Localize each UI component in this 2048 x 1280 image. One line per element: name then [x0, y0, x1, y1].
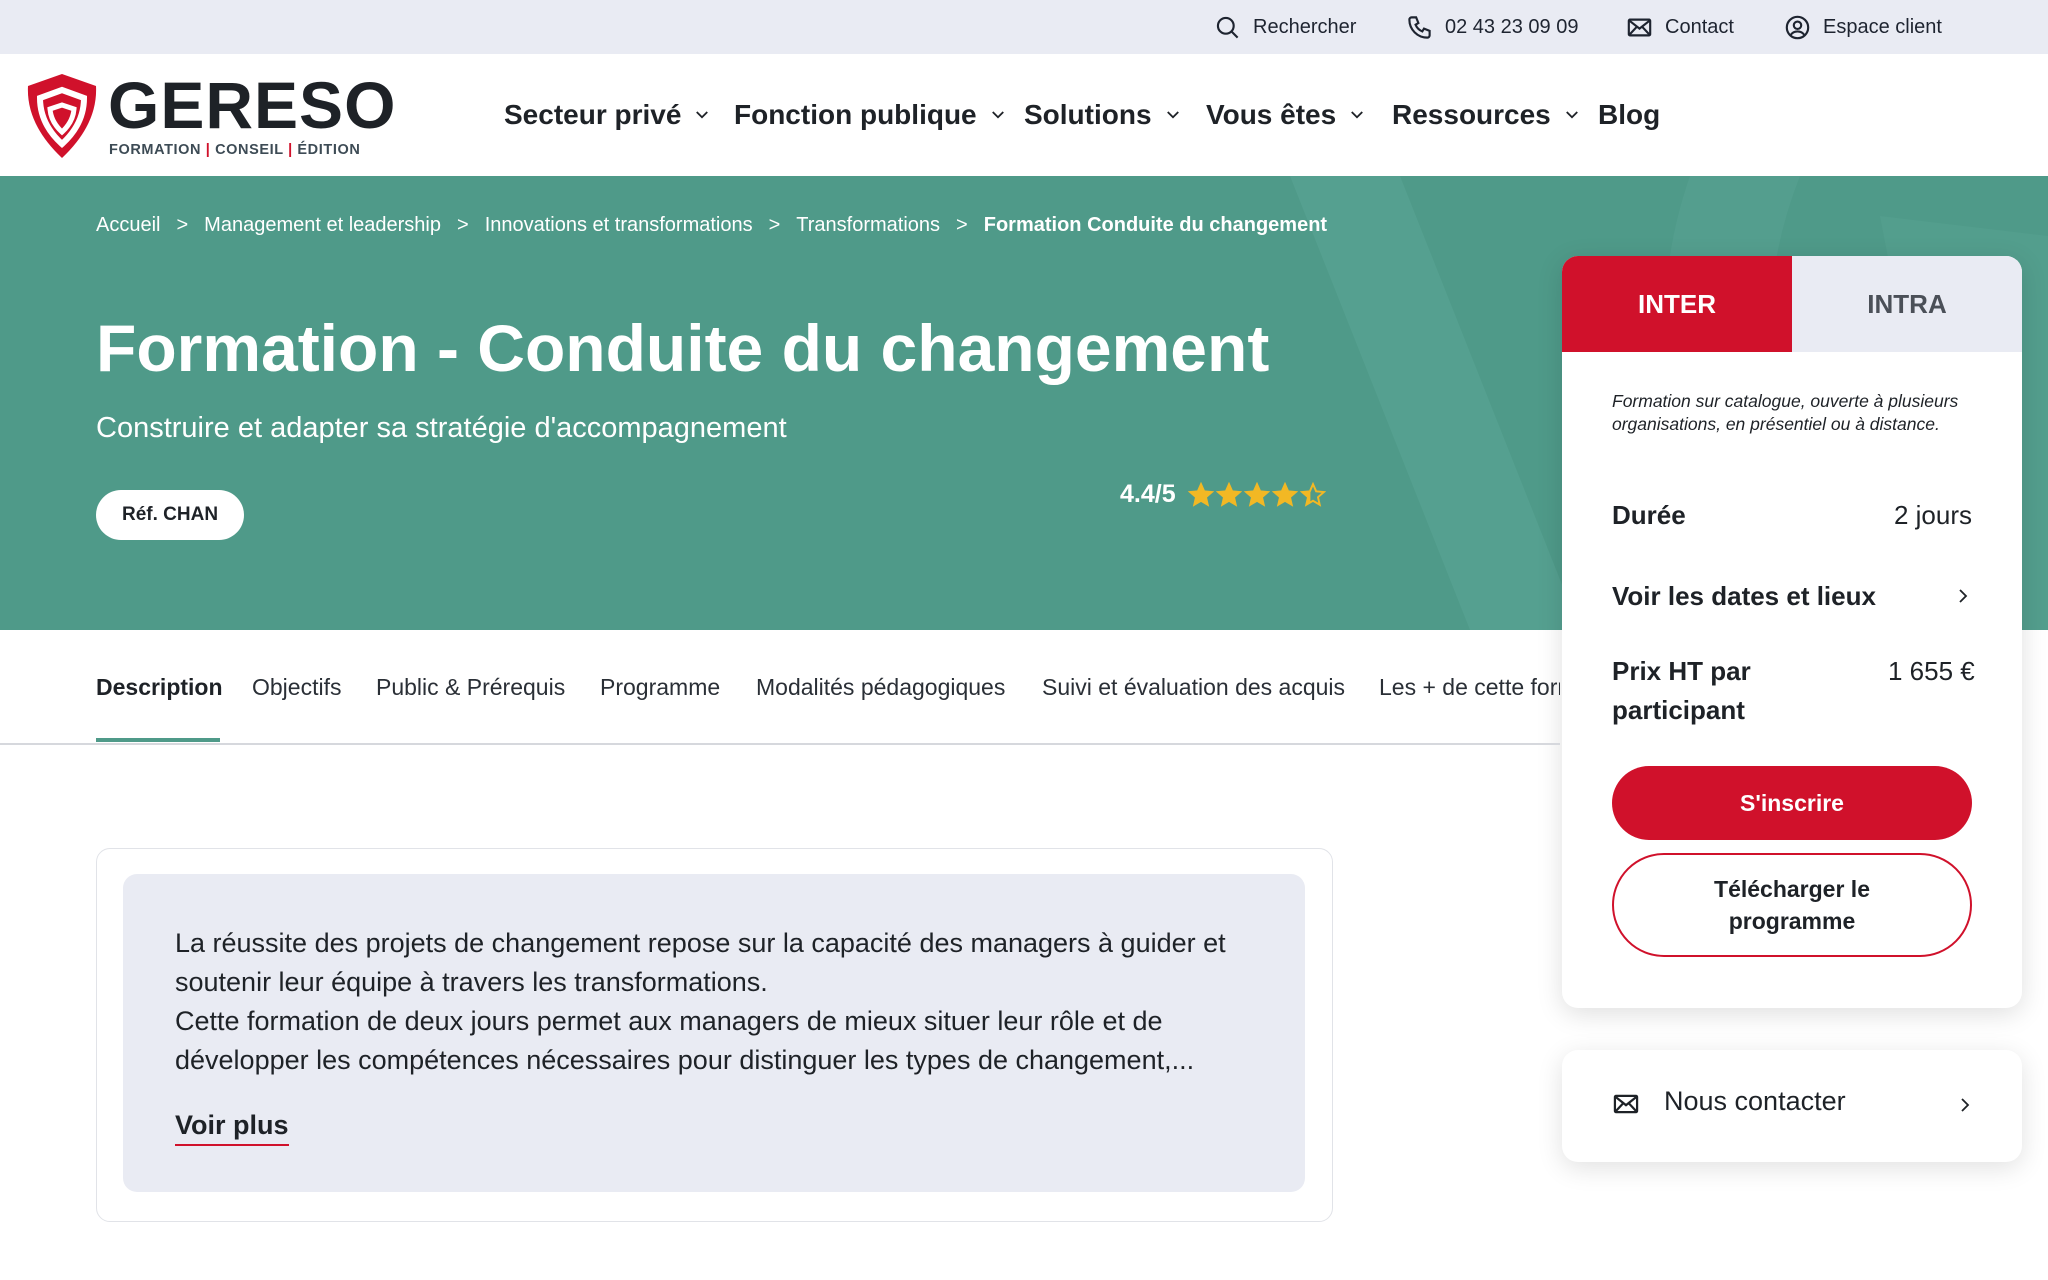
logo-tagline-2: CONSEIL	[215, 142, 284, 158]
chevron-down-icon	[991, 111, 1004, 119]
phone-label: 02 43 23 09 09	[1445, 15, 1579, 38]
star-icon	[1299, 481, 1326, 507]
nav-item-solutions[interactable]: Solutions	[1024, 54, 1182, 176]
breadcrumb-separator: >	[457, 214, 469, 236]
star-icon	[1243, 481, 1270, 507]
logo-tagline-1: FORMATION	[109, 142, 202, 158]
duration-value: 2 jours	[1893, 500, 1972, 530]
price-value: 1 655 €	[1888, 656, 1975, 686]
tab-objectifs[interactable]: Objectifs	[252, 674, 341, 701]
breadcrumb-item-accueil[interactable]: Accueil	[96, 214, 160, 237]
breadcrumb-item-transformations[interactable]: Transformations	[796, 214, 940, 237]
rating: 4.4/5	[1120, 480, 1326, 509]
mail-icon	[1627, 18, 1652, 36]
shield-logo-icon	[27, 74, 97, 158]
breadcrumb: Accueil > Management et leadership > Inn…	[96, 214, 1327, 237]
rating-stars	[1187, 481, 1326, 508]
read-more-link[interactable]: Voir plus	[175, 1110, 289, 1146]
breadcrumb-current: Formation Conduite du changement	[983, 214, 1328, 236]
tab-suivi-evaluation[interactable]: Suivi et évaluation des acquis	[1042, 674, 1345, 701]
chevron-right-icon	[1961, 1098, 1970, 1112]
nav-item-label: Blog	[1598, 99, 1661, 130]
contact-us-link[interactable]: Nous contacter	[1562, 1050, 2022, 1162]
phone-link[interactable]: 02 43 23 09 09	[1406, 0, 1578, 54]
tab-programme[interactable]: Programme	[600, 674, 720, 701]
description-card: La réussite des projets de changement re…	[96, 848, 1333, 1222]
section-tabs: Description Objectifs Public & Prérequis…	[0, 630, 1560, 745]
star-icon	[1215, 481, 1242, 507]
search-link[interactable]: Rechercher	[1214, 0, 1356, 54]
logo[interactable]: GERESO FORMATION | CONSEIL | ÉDITION	[24, 72, 395, 182]
contact-us-label: Nous contacter	[1664, 1086, 1846, 1116]
page-title: Formation - Conduite du changement	[96, 311, 1270, 385]
user-icon	[1785, 15, 1810, 39]
price-label: Prix HT par participant	[1612, 656, 1751, 725]
tab-intra[interactable]: INTRA	[1792, 256, 2022, 352]
tab-description[interactable]: Description	[96, 674, 223, 701]
logo-tagline-separator: |	[288, 142, 298, 158]
logo-tagline: FORMATION | CONSEIL | ÉDITION	[109, 142, 360, 158]
chevron-down-icon	[1351, 111, 1364, 119]
nav-item-label: Solutions	[1024, 99, 1152, 130]
mail-icon	[1613, 1094, 1639, 1114]
chevron-down-icon	[1166, 111, 1179, 119]
offer-description: Formation sur catalogue, ouverte à plusi…	[1612, 391, 1959, 434]
subscribe-button[interactable]: S'inscrire	[1612, 766, 1972, 840]
breadcrumb-separator: >	[176, 214, 189, 236]
account-link[interactable]: Espace client	[1784, 0, 1942, 54]
logo-wordmark: GERESO	[108, 68, 397, 142]
nav-item-label: Vous êtes	[1206, 99, 1337, 130]
logo-tagline-3: ÉDITION	[297, 142, 361, 158]
tab-inter[interactable]: INTER	[1562, 256, 1792, 352]
rating-score: 4.4/5	[1120, 480, 1176, 508]
duration-row: Durée 2 jours	[1612, 500, 1972, 531]
breadcrumb-separator: >	[956, 214, 968, 236]
account-label: Espace client	[1823, 15, 1942, 38]
description-line: Cette formation de deux jours permet aux…	[175, 1006, 1163, 1036]
search-label: Rechercher	[1253, 15, 1357, 38]
duration-label: Durée	[1612, 500, 1686, 530]
dates-link[interactable]: Voir les dates et lieux	[1612, 576, 1972, 616]
search-icon	[1216, 16, 1239, 38]
chevron-down-icon	[696, 111, 709, 119]
description-line: La réussite des projets de changement re…	[175, 928, 1226, 958]
nav-item-label: Secteur privé	[504, 99, 682, 130]
nav-item-blog[interactable]: Blog	[1598, 54, 1660, 176]
chevron-down-icon	[1565, 111, 1578, 119]
nav-item-ressources[interactable]: Ressources	[1392, 54, 1581, 176]
star-icon	[1271, 481, 1298, 507]
nav-item-label: Ressources	[1392, 99, 1551, 130]
phone-icon	[1408, 15, 1431, 39]
description-panel: La réussite des projets de changement re…	[123, 874, 1305, 1192]
tabs-divider	[0, 743, 1560, 745]
dates-label: Voir les dates et lieux	[1612, 580, 1876, 611]
description-line: soutenir leur équipe à travers les trans…	[175, 967, 768, 997]
chevron-right-icon	[1959, 589, 1968, 603]
page-subtitle: Construire et adapter sa stratégie d'acc…	[96, 412, 787, 444]
nav-item-vous-etes[interactable]: Vous êtes	[1206, 54, 1366, 176]
contact-label: Contact	[1665, 15, 1734, 38]
breadcrumb-separator: >	[768, 214, 781, 236]
utility-bar: Rechercher 02 43 23 09 09 Contact Espace…	[0, 0, 2048, 54]
breadcrumb-item-management[interactable]: Management et leadership	[204, 214, 441, 237]
nav-item-label: Fonction publique	[734, 99, 977, 130]
booking-card: INTER INTRA Formation sur catalogue, ouv…	[1562, 256, 2022, 1008]
star-icon	[1187, 481, 1214, 507]
logo-tagline-separator: |	[205, 142, 216, 158]
contact-link[interactable]: Contact	[1626, 0, 1734, 54]
breadcrumb-item-innovations[interactable]: Innovations et transformations	[485, 214, 753, 237]
active-tab-indicator	[96, 738, 220, 742]
nav-item-secteur-prive[interactable]: Secteur privé	[504, 54, 711, 176]
reference-badge: Réf. CHAN	[96, 490, 245, 540]
tab-modalites[interactable]: Modalités pédagogiques	[756, 674, 1005, 701]
tab-public-prerequis[interactable]: Public & Prérequis	[376, 674, 565, 701]
download-program-button[interactable]: Télécharger le programme	[1612, 853, 1972, 957]
description-line: développer les compétences nécessaires p…	[175, 1045, 1195, 1075]
nav-item-fonction-publique[interactable]: Fonction publique	[734, 54, 1007, 176]
tab-les-plus[interactable]: Les + de cette formation	[1379, 674, 1560, 701]
